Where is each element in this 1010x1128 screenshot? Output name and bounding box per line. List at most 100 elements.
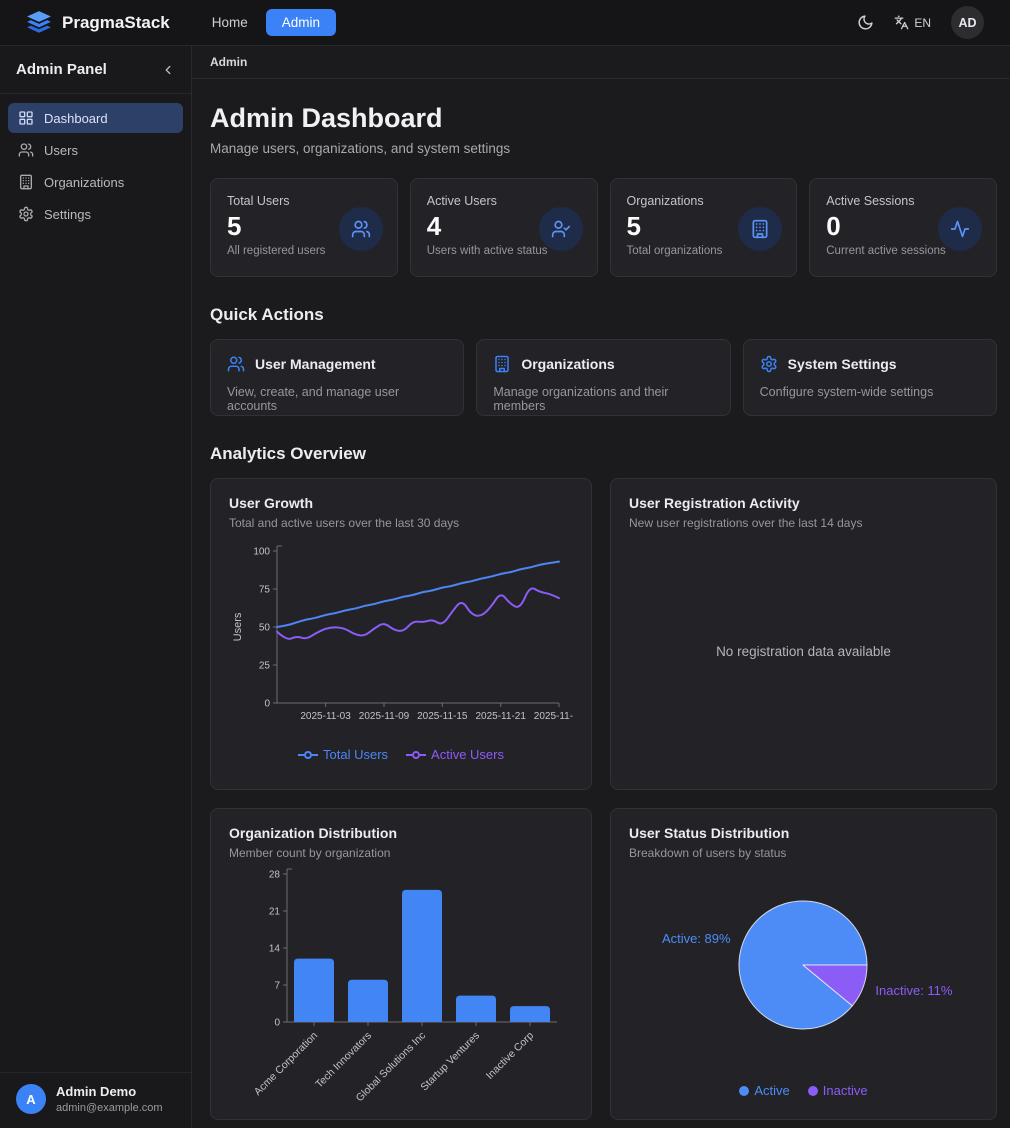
svg-text:Inactive: 11%: Inactive: 11%: [875, 983, 953, 998]
sidebar-item-users[interactable]: Users: [8, 135, 183, 165]
svg-text:75: 75: [259, 585, 271, 596]
activity-pulse-icon: [938, 207, 982, 251]
admin-sidebar: Admin Panel Dashboard Us: [0, 46, 192, 1128]
quick-action-organizations[interactable]: Organizations Manage organizations and t…: [476, 339, 730, 416]
sidebar-user-card[interactable]: A Admin Demo admin@example.com: [0, 1072, 191, 1128]
nav-link-admin[interactable]: Admin: [266, 9, 336, 36]
quick-action-user-management[interactable]: User Management View, create, and manage…: [210, 339, 464, 416]
svg-text:Users: Users: [232, 612, 244, 641]
nav-link-home[interactable]: Home: [208, 9, 252, 36]
language-switcher[interactable]: EN: [894, 15, 931, 30]
stat-card-organizations: Organizations 5 Total organizations: [610, 178, 798, 277]
line-marker-icon: [406, 750, 426, 760]
quick-action-title: Organizations: [521, 356, 614, 372]
svg-text:2025-11-27: 2025-11-27: [534, 711, 573, 722]
user-avatar[interactable]: AD: [951, 6, 984, 39]
svg-text:Acme Corporation: Acme Corporation: [252, 1029, 320, 1097]
stat-label: Total Users: [227, 194, 381, 208]
page-subtitle: Manage users, organizations, and system …: [210, 141, 997, 156]
sidebar-item-label: Organizations: [44, 175, 124, 190]
sidebar-collapse-button[interactable]: [161, 63, 175, 77]
svg-text:21: 21: [269, 906, 281, 917]
breadcrumb-bar: Admin: [192, 46, 1010, 79]
quick-action-desc: Manage organizations and their members: [493, 385, 713, 413]
stat-card-total-users: Total Users 5 All registered users: [210, 178, 398, 277]
dashboard-grid-icon: [18, 110, 34, 126]
svg-text:14: 14: [269, 943, 281, 954]
stat-label: Organizations: [627, 194, 781, 208]
quick-actions-grid: User Management View, create, and manage…: [210, 339, 997, 416]
stat-label: Active Users: [427, 194, 581, 208]
svg-text:2025-11-21: 2025-11-21: [475, 711, 526, 722]
gear-icon: [760, 355, 778, 373]
user-growth-plot: 02550751002025-11-032025-11-092025-11-15…: [229, 541, 573, 741]
avatar: A: [16, 1084, 46, 1114]
quick-action-desc: View, create, and manage user accounts: [227, 385, 447, 413]
brand[interactable]: PragmaStack: [26, 10, 170, 36]
top-navbar: PragmaStack Home Admin EN AD: [0, 0, 1010, 46]
users-icon: [339, 207, 383, 251]
legend-item-total-users: Total Users: [298, 747, 388, 762]
sidebar-item-dashboard[interactable]: Dashboard: [8, 103, 183, 133]
line-marker-icon: [298, 750, 318, 760]
sidebar-title: Admin Panel: [16, 61, 107, 78]
chart-subtitle: New user registrations over the last 14 …: [629, 516, 978, 530]
svg-text:2025-11-03: 2025-11-03: [300, 711, 351, 722]
chart-subtitle: Member count by organization: [229, 846, 573, 860]
users-icon: [18, 142, 34, 158]
chart-title: Organization Distribution: [229, 825, 573, 841]
users-icon: [227, 355, 245, 373]
sidebar-item-settings[interactable]: Settings: [8, 199, 183, 229]
user-email: admin@example.com: [56, 1102, 163, 1114]
quick-action-system-settings[interactable]: System Settings Configure system-wide se…: [743, 339, 997, 416]
empty-state-text: No registration data available: [716, 644, 891, 659]
sidebar-item-organizations[interactable]: Organizations: [8, 167, 183, 197]
stat-card-active-sessions: Active Sessions 0 Current active session…: [809, 178, 997, 277]
legend-item-inactive: Inactive: [808, 1083, 868, 1098]
svg-text:Active: 89%: Active: 89%: [662, 931, 731, 946]
stat-label: Active Sessions: [826, 194, 980, 208]
chart-card-user-status: User Status Distribution Breakdown of us…: [610, 808, 997, 1120]
breadcrumb: Admin: [210, 55, 247, 69]
chart-title: User Growth: [229, 495, 573, 511]
chart-card-user-growth: User Growth Total and active users over …: [210, 478, 592, 790]
page-title: Admin Dashboard: [210, 103, 997, 134]
sidebar-item-label: Users: [44, 143, 78, 158]
legend-dot-icon: [808, 1086, 818, 1096]
svg-text:28: 28: [269, 869, 281, 880]
theme-toggle-button[interactable]: [857, 14, 874, 31]
org-distribution-plot: 07142128Acme CorporationTech InnovatorsG…: [229, 862, 573, 1102]
nav-links: Home Admin: [208, 9, 336, 36]
building-icon: [738, 207, 782, 251]
legend-item-active-users: Active Users: [406, 747, 504, 762]
sidebar-item-label: Dashboard: [44, 111, 108, 126]
building-icon: [18, 174, 34, 190]
sidebar-item-label: Settings: [44, 207, 91, 222]
navbar-right: EN AD: [857, 6, 984, 39]
pie-legend: Active Inactive: [739, 1083, 867, 1098]
legend-item-active: Active: [739, 1083, 789, 1098]
svg-text:0: 0: [274, 1017, 280, 1028]
analytics-heading: Analytics Overview: [210, 444, 997, 464]
charts-grid: User Growth Total and active users over …: [210, 478, 997, 1120]
quick-action-title: User Management: [255, 356, 376, 372]
svg-text:2025-11-09: 2025-11-09: [359, 711, 410, 722]
user-status-pie: Active: 89% Inactive: 11%: [629, 865, 978, 1077]
line-legend: Total Users Active Users: [298, 747, 504, 762]
stat-card-active-users: Active Users 4 Users with active status: [410, 178, 598, 277]
languages-icon: [894, 15, 909, 30]
svg-text:Inactive Corp: Inactive Corp: [484, 1029, 536, 1081]
svg-text:25: 25: [259, 661, 271, 672]
quick-actions-heading: Quick Actions: [210, 305, 997, 325]
sidebar-header: Admin Panel: [0, 46, 191, 94]
language-label: EN: [914, 16, 931, 30]
building-icon: [493, 355, 511, 373]
user-check-icon: [539, 207, 583, 251]
svg-text:Tech Innovators: Tech Innovators: [313, 1029, 374, 1090]
main-area: Admin Admin Dashboard Manage users, orga…: [192, 46, 1010, 1128]
chart-title: User Registration Activity: [629, 495, 978, 511]
svg-text:Startup Ventures: Startup Ventures: [418, 1029, 482, 1093]
chart-card-registration-activity: User Registration Activity New user regi…: [610, 478, 997, 790]
chart-subtitle: Total and active users over the last 30 …: [229, 516, 573, 530]
gear-icon: [18, 206, 34, 222]
